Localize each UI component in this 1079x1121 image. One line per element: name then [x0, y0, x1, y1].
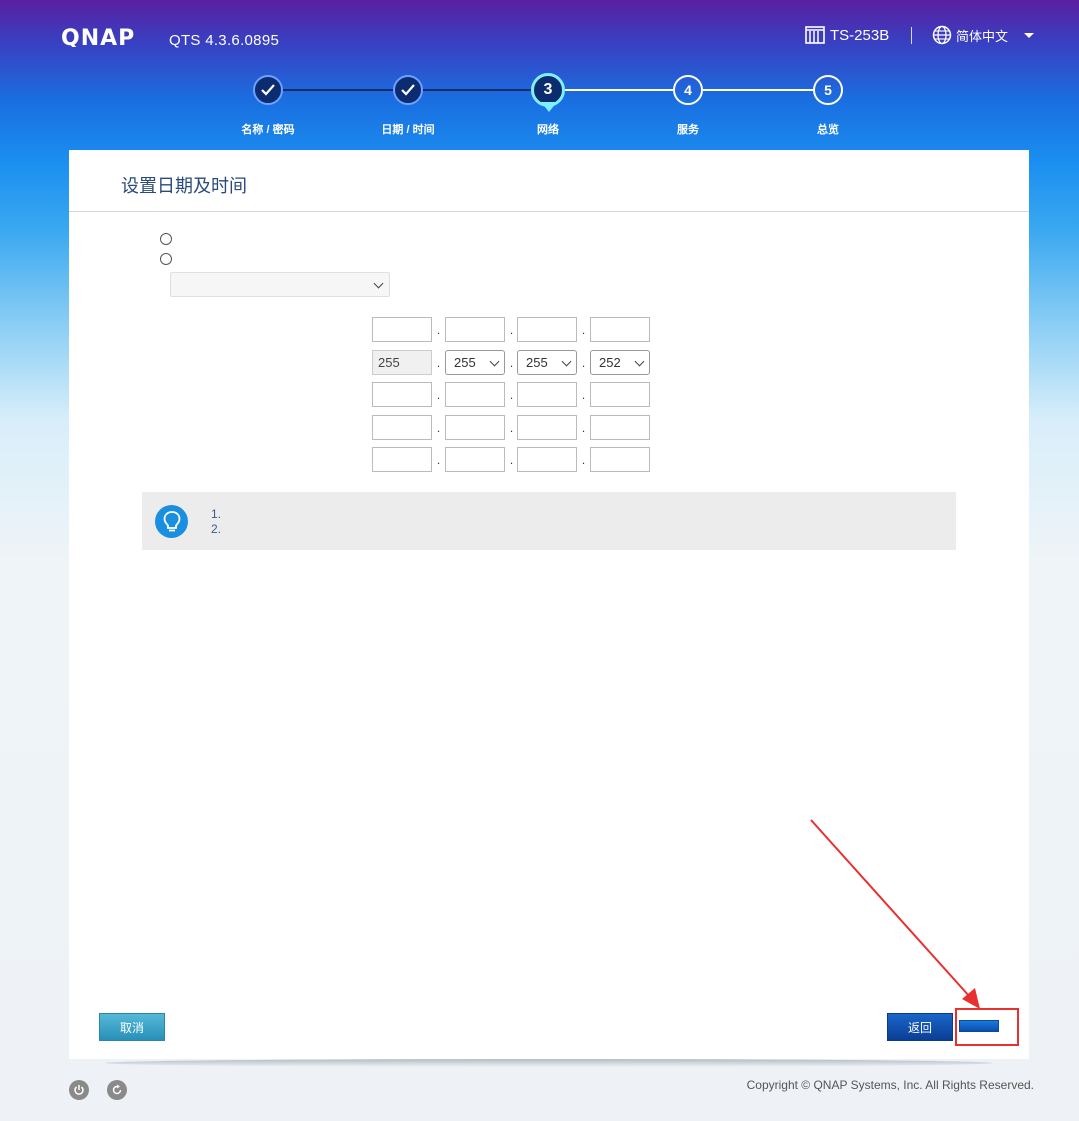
chevron-down-icon	[561, 356, 572, 367]
tip-box: 1. 2.	[142, 492, 956, 550]
subnet-mask-octet-3-select[interactable]: 255	[517, 350, 577, 375]
octet-separator: .	[581, 323, 586, 337]
subnet-mask-octet-4-select[interactable]: 252	[590, 350, 650, 375]
step-1-label: 名称 / 密码	[241, 124, 295, 136]
chevron-down-icon	[634, 356, 645, 367]
step-5-label: 总览	[817, 124, 839, 136]
gateway-octet-1[interactable]	[372, 382, 432, 407]
nas-device-icon	[805, 26, 825, 44]
firmware-version: QTS 4.3.6.0895	[169, 32, 280, 49]
secondary-dns-octet-1[interactable]	[372, 447, 432, 472]
secondary-dns-octet-3[interactable]	[517, 447, 577, 472]
subnet-mask-octet-4-value: 252	[599, 355, 621, 370]
subnet-mask-octet-2-value: 255	[454, 355, 476, 370]
ip-address-octet-2[interactable]	[445, 317, 505, 342]
tip-line-1: 1.	[211, 507, 222, 521]
panel-shadow	[105, 1059, 993, 1067]
octet-separator: .	[436, 421, 441, 435]
restart-icon[interactable]	[107, 1080, 127, 1100]
title-divider	[69, 211, 1029, 212]
gateway-octet-2[interactable]	[445, 382, 505, 407]
step-connector-3	[565, 89, 673, 91]
globe-icon	[932, 25, 952, 45]
step-4: 4	[673, 75, 703, 105]
header-divider	[911, 27, 912, 44]
primary-dns-octet-3[interactable]	[517, 415, 577, 440]
step-3-label: 网络	[537, 124, 559, 136]
primary-dns-octet-4[interactable]	[590, 415, 650, 440]
step-2-label: 日期 / 时间	[381, 124, 435, 136]
annotation-highlight-box	[955, 1008, 1019, 1046]
step-2-complete	[393, 75, 423, 105]
octet-separator: .	[436, 453, 441, 467]
octet-separator: .	[436, 356, 441, 370]
secondary-dns-octet-2[interactable]	[445, 447, 505, 472]
gateway-octet-3[interactable]	[517, 382, 577, 407]
subnet-mask-octet-3-value: 255	[526, 355, 548, 370]
chevron-down-icon	[489, 356, 500, 367]
ip-address-octet-3[interactable]	[517, 317, 577, 342]
radio-option-1[interactable]	[160, 233, 172, 245]
back-button[interactable]: 返回	[887, 1013, 953, 1041]
device-model: TS-253B	[805, 26, 889, 44]
radio-option-2[interactable]	[160, 253, 172, 265]
octet-separator: .	[581, 356, 586, 370]
primary-dns-octet-2[interactable]	[445, 415, 505, 440]
ip-address-octet-4[interactable]	[590, 317, 650, 342]
copyright-text: Copyright © QNAP Systems, Inc. All Right…	[746, 1078, 1034, 1092]
octet-separator: .	[436, 323, 441, 337]
language-label: 简体中文	[956, 28, 1009, 44]
octet-separator: .	[581, 388, 586, 402]
device-model-label: TS-253B	[830, 26, 890, 44]
octet-separator: .	[436, 388, 441, 402]
step-connector-1	[283, 89, 393, 91]
checkmark-icon	[261, 84, 275, 96]
subnet-mask-octet-2-select[interactable]: 255	[445, 350, 505, 375]
octet-separator: .	[581, 453, 586, 467]
step-connector-4	[703, 89, 813, 91]
svg-text:QNAP: QNAP	[61, 27, 135, 47]
chevron-down-icon	[373, 278, 384, 289]
lightbulb-icon	[155, 505, 188, 538]
wizard-panel: 设置日期及时间 . . . 255 . 255 . 255 . 252 . . …	[69, 150, 1029, 1059]
chevron-down-icon	[1024, 32, 1035, 38]
octet-separator: .	[581, 421, 586, 435]
checkmark-icon	[401, 84, 415, 96]
step-connector-2	[423, 89, 533, 91]
language-selector[interactable]: 简体中文	[932, 25, 1035, 45]
step-4-label: 服务	[677, 124, 699, 136]
current-step-pointer	[541, 102, 557, 112]
primary-dns-octet-1[interactable]	[372, 415, 432, 440]
secondary-dns-octet-4[interactable]	[590, 447, 650, 472]
ip-address-octet-1[interactable]	[372, 317, 432, 342]
tip-line-2: 2.	[211, 522, 222, 536]
step-5: 5	[813, 75, 843, 105]
gateway-octet-4[interactable]	[590, 382, 650, 407]
subnet-mask-octet-1: 255	[372, 350, 432, 375]
top-bar: QNAP QTS 4.3.6.0895 TS-253B 简体中文	[0, 0, 1079, 70]
step-1-complete	[253, 75, 283, 105]
panel-title: 设置日期及时间	[121, 176, 247, 196]
power-icon[interactable]	[69, 1080, 89, 1100]
qnap-logo: QNAP	[61, 27, 135, 47]
interface-select[interactable]	[170, 272, 390, 297]
cancel-button[interactable]: 取消	[99, 1013, 165, 1041]
